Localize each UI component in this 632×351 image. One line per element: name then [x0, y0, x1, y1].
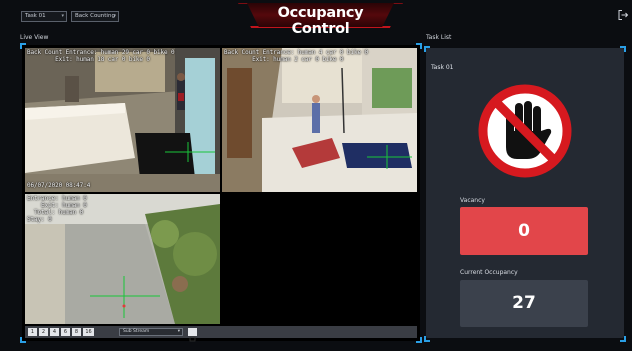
- layout-8-button[interactable]: 8: [72, 328, 81, 336]
- camera-tile-3[interactable]: Entrance: human 0 Exit: human 0 Total: h…: [25, 194, 220, 324]
- camera-osd-count: Entrance: human 0 Exit: human 0 Total: h…: [27, 195, 87, 223]
- stop-hand-icon: [478, 84, 572, 178]
- mode-select-value: Back Counting: [75, 13, 115, 19]
- occupancy-value: 27: [460, 280, 588, 327]
- stream-select-value: Sub Stream: [123, 329, 150, 334]
- camera-osd-timestamp: 06/07/2020 08:47:4: [27, 182, 91, 189]
- camera-tile-2[interactable]: Back Count Entrance: human 4 car 0 bike …: [222, 48, 417, 192]
- task-card: Task 01 Vacancy 0 Current Occupancy 27: [426, 48, 624, 338]
- live-view-toolbar: 1 2 4 6 8 16 Sub Stream ▾: [25, 326, 417, 342]
- vacancy-label: Vacancy: [460, 197, 485, 204]
- top-bar: Task 01 ▾ Back Counting ▾ Occupancy Cont…: [0, 0, 632, 37]
- task-select-value: Task 01: [25, 13, 46, 19]
- live-view: Back Count Entrance: human 29 car 0 bike…: [20, 43, 422, 343]
- camera-osd-count: Back Count Entrance: human 29 car 0 bike…: [27, 49, 175, 63]
- layout-16-button[interactable]: 16: [83, 328, 94, 336]
- task-list-label: Task List: [426, 34, 452, 41]
- camera-feed-image: [25, 48, 220, 192]
- layout-1-button[interactable]: 1: [28, 328, 37, 336]
- logout-icon[interactable]: [617, 9, 629, 21]
- task-select[interactable]: Task 01 ▾: [21, 11, 67, 22]
- occupancy-label: Current Occupancy: [460, 269, 518, 276]
- layout-6-button[interactable]: 6: [61, 328, 70, 336]
- camera-feed-image: [222, 48, 417, 192]
- stream-select[interactable]: Sub Stream ▾: [119, 328, 183, 336]
- camera-osd-count: Back Count Entrance: human 4 car 0 bike …: [224, 49, 369, 63]
- layout-4-button[interactable]: 4: [50, 328, 59, 336]
- mode-select[interactable]: Back Counting ▾: [71, 11, 119, 22]
- page-title: Occupancy Control: [277, 5, 364, 37]
- vacancy-value: 0: [460, 207, 588, 255]
- layout-2-button[interactable]: 2: [39, 328, 48, 336]
- chevron-down-icon: ▾: [113, 13, 116, 19]
- chevron-down-icon: ▾: [177, 329, 180, 334]
- task-name: Task 01: [431, 64, 454, 71]
- fullscreen-icon[interactable]: [188, 328, 197, 342]
- live-view-label: Live View: [20, 34, 49, 41]
- camera-tile-empty[interactable]: [222, 194, 417, 324]
- chevron-down-icon: ▾: [61, 13, 64, 19]
- camera-tile-1[interactable]: Back Count Entrance: human 29 car 0 bike…: [25, 48, 220, 192]
